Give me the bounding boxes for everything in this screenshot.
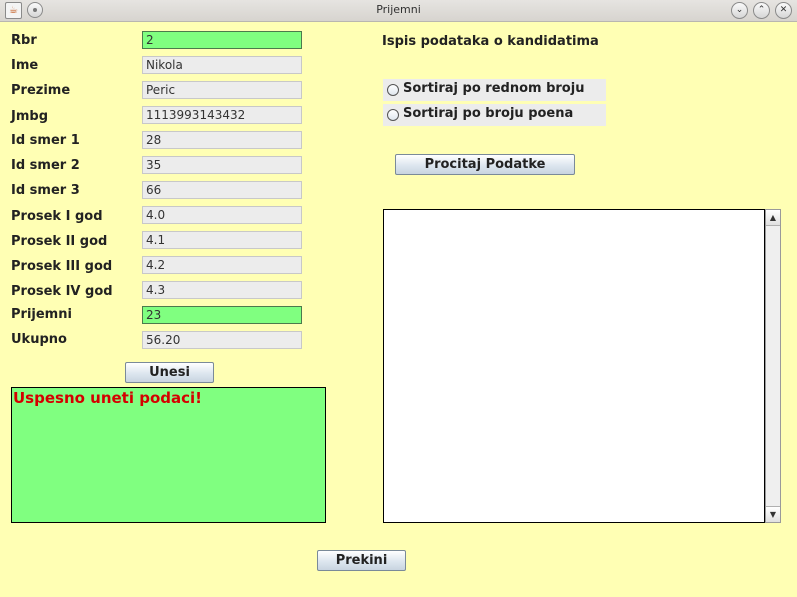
- window-title: Prijemni: [376, 3, 421, 16]
- prezime-field[interactable]: Peric: [142, 81, 302, 99]
- sort-by-points-label: Sortiraj po broju poena: [403, 106, 574, 121]
- vertical-scrollbar[interactable]: ▲ ▼: [765, 209, 781, 523]
- output-text-area[interactable]: [383, 209, 765, 523]
- ime-label: Ime: [11, 58, 39, 73]
- prijemni-field[interactable]: 23: [142, 306, 302, 324]
- smer1-label: Id smer 1: [11, 133, 80, 148]
- scroll-down-icon[interactable]: ▼: [766, 506, 780, 522]
- jmbg-field[interactable]: 1113993143432: [142, 106, 302, 124]
- application-window: ☕ Prijemni ⌄ ⌃ ✕ Rbr 2 Ime Nikola Prezim…: [0, 0, 797, 597]
- prosek3-label: Prosek III god: [11, 259, 113, 274]
- prosek1-field[interactable]: 4.0: [142, 206, 302, 224]
- status-message-area[interactable]: Uspesno uneti podaci!: [11, 387, 326, 523]
- radio-icon[interactable]: [387, 84, 399, 96]
- prezime-label: Prezime: [11, 83, 71, 98]
- smer3-label: Id smer 3: [11, 183, 80, 198]
- minimize-icon[interactable]: ⌄: [731, 2, 748, 19]
- prekini-button[interactable]: Prekini: [317, 550, 406, 571]
- prosek2-field[interactable]: 4.1: [142, 231, 302, 249]
- prosek2-label: Prosek II god: [11, 234, 108, 249]
- smer2-label: Id smer 2: [11, 158, 80, 173]
- prosek3-field[interactable]: 4.2: [142, 256, 302, 274]
- radio-icon[interactable]: [387, 109, 399, 121]
- sort-by-points-radio[interactable]: Sortiraj po broju poena: [383, 104, 606, 126]
- close-icon[interactable]: ✕: [775, 2, 792, 19]
- smer2-field[interactable]: 35: [142, 156, 302, 174]
- ime-field[interactable]: Nikola: [142, 56, 302, 74]
- prijemni-label: Prijemni: [11, 307, 72, 322]
- procitaj-podatke-button[interactable]: Procitaj Podatke: [395, 154, 575, 175]
- prosek4-label: Prosek IV god: [11, 284, 113, 299]
- smer1-field[interactable]: 28: [142, 131, 302, 149]
- sort-by-number-label: Sortiraj po rednom broju: [403, 81, 585, 96]
- output-header: Ispis podataka o kandidatima: [382, 34, 599, 49]
- scroll-up-icon[interactable]: ▲: [766, 210, 780, 226]
- prosek1-label: Prosek I god: [11, 209, 103, 224]
- smer3-field[interactable]: 66: [142, 181, 302, 199]
- rbr-field[interactable]: 2: [142, 31, 302, 49]
- ukupno-field[interactable]: 56.20: [142, 331, 302, 349]
- prosek4-field[interactable]: 4.3: [142, 281, 302, 299]
- unesi-button[interactable]: Unesi: [125, 362, 214, 383]
- rbr-label: Rbr: [11, 33, 37, 48]
- jmbg-label: Jmbg: [11, 109, 48, 124]
- ukupno-label: Ukupno: [11, 332, 67, 347]
- sort-by-number-radio[interactable]: Sortiraj po rednom broju: [383, 79, 606, 101]
- title-bar[interactable]: ☕ Prijemni ⌄ ⌃ ✕: [0, 0, 797, 22]
- maximize-icon[interactable]: ⌃: [753, 2, 770, 19]
